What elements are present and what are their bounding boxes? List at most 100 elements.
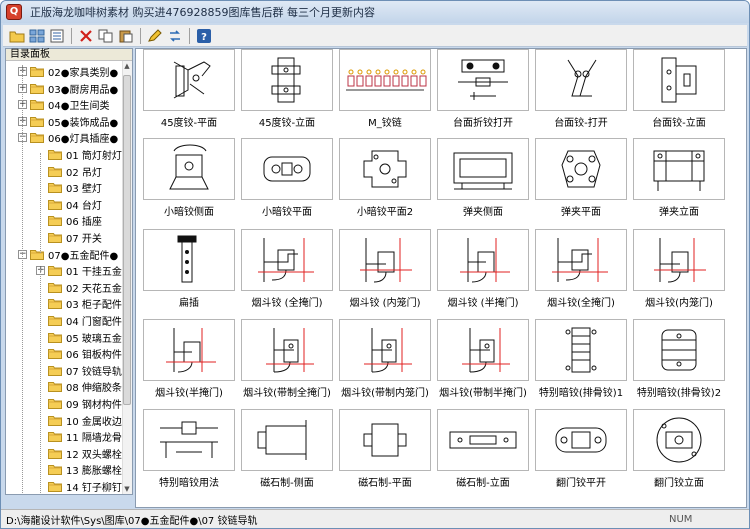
pipe-hinge-half-icon[interactable] [437, 229, 529, 291]
spring-clip-plan-icon[interactable] [535, 138, 627, 200]
sidebar-tree-item[interactable]: 07 开关 [36, 229, 102, 246]
concealed-hinge-side-icon[interactable] [143, 138, 235, 200]
grid-tile[interactable]: 烟斗铰(半掩门) [143, 319, 235, 408]
refresh-icon[interactable] [165, 27, 184, 45]
grid-tile[interactable]: 烟斗铰(带制全掩门) [241, 319, 333, 408]
grid-tile[interactable]: 烟斗铰 (半掩门) [437, 229, 529, 318]
hinge-45-elevation-icon[interactable] [241, 49, 333, 111]
sidebar-tree-item[interactable]: 03 柜子配件 [36, 295, 122, 312]
grid-tile[interactable]: 弹夹立面 [633, 138, 725, 227]
grid-tile[interactable]: 扁插 [143, 229, 235, 318]
grid-tile[interactable]: M_铰链 [339, 49, 431, 138]
pipe-hinge-damped-inset-icon[interactable] [339, 319, 431, 381]
concealed-hinge-plan-icon[interactable] [241, 138, 333, 200]
sidebar-tree-item[interactable]: 13 膨胀螺栓 [36, 461, 122, 478]
magnet-catch-side-icon[interactable] [241, 409, 333, 471]
thumbnails-view-icon[interactable] [27, 27, 46, 45]
sidebar-tree-item[interactable]: +02●家具类别● [18, 63, 118, 80]
grid-tile[interactable]: 烟斗铰(带制内笼门) [339, 319, 431, 408]
scrollbar-thumb[interactable] [123, 75, 131, 405]
hinge-usage-icon[interactable] [143, 409, 235, 471]
sidebar-tree-item[interactable]: −07●五金配件● [18, 246, 118, 263]
sidebar-tree-item[interactable]: 14 钉子柳钉 [36, 478, 122, 494]
pipe-hinge-inset-icon[interactable] [339, 229, 431, 291]
hinge-45-plan-icon[interactable] [143, 49, 235, 111]
grid-tile[interactable]: 小暗铰平面 [241, 138, 333, 227]
table-fold-hinge-open-icon[interactable] [437, 49, 529, 111]
open-folder-icon[interactable] [7, 27, 26, 45]
pipe-hinge-half-2-icon[interactable] [143, 319, 235, 381]
help-icon[interactable]: ? [194, 27, 213, 45]
sidebar-scrollbar[interactable]: ▲ ▼ [122, 61, 132, 494]
sidebar-tree-item[interactable]: 10 金属收边 [36, 412, 122, 429]
sidebar-tree-item[interactable]: +05●装饰成品● [18, 113, 118, 130]
pipe-hinge-inset-2-icon[interactable] [633, 229, 725, 291]
sidebar-tree-item[interactable]: 04 门窗配件 [36, 312, 122, 329]
grid-tile[interactable]: 台面折铰打开 [437, 49, 529, 138]
grid-tile[interactable]: 磁石制-平面 [339, 409, 431, 498]
spring-clip-side-icon[interactable] [437, 138, 529, 200]
sidebar-tree-item[interactable]: 03 壁灯 [36, 179, 102, 196]
pipe-hinge-full-icon[interactable] [241, 229, 333, 291]
sidebar-tree-item[interactable]: +03●厨房用品● [18, 80, 118, 97]
scroll-down-icon[interactable]: ▼ [122, 484, 132, 494]
sidebar-tree-item[interactable]: 07 铰链导轨 [36, 362, 122, 379]
sidebar-tree-item[interactable]: 06 插座 [36, 212, 102, 229]
copy-icon[interactable] [96, 27, 115, 45]
folder-icon [30, 116, 44, 127]
grid-tile[interactable]: 特别暗铰(排骨铰)1 [535, 319, 627, 408]
pipe-hinge-damped-half-icon[interactable] [437, 319, 529, 381]
grid-tile[interactable]: 小暗铰侧面 [143, 138, 235, 227]
grid-tile[interactable]: 烟斗铰 (内笼门) [339, 229, 431, 318]
concealed-hinge-plan2-icon[interactable] [339, 138, 431, 200]
edit-icon[interactable] [145, 27, 164, 45]
grid-tile[interactable]: 45度铰-立面 [241, 49, 333, 138]
grid-tile[interactable]: 磁石制-立面 [437, 409, 529, 498]
sidebar-tree-item[interactable]: +04●卫生间类 [18, 96, 109, 113]
grid-tile[interactable]: 特别暗铰用法 [143, 409, 235, 498]
sidebar-tree-item[interactable]: 04 台灯 [36, 196, 102, 213]
sidebar-tree-item[interactable]: +01 干挂五金 [36, 262, 122, 279]
sidebar-tree-item[interactable]: 09 钢材构件 [36, 395, 122, 412]
grid-tile[interactable]: 烟斗铰(全掩门) [535, 229, 627, 318]
grid-tile[interactable]: 45度铰-平面 [143, 49, 235, 138]
sidebar-tree-item[interactable]: −06●灯具插座● [18, 129, 118, 146]
magnet-catch-plan-icon[interactable] [339, 409, 431, 471]
scroll-up-icon[interactable]: ▲ [122, 61, 132, 71]
grid-tile[interactable]: 弹夹侧面 [437, 138, 529, 227]
grid-tile[interactable]: 台面铰-打开 [535, 49, 627, 138]
hinge-set-icon[interactable] [339, 49, 431, 111]
rib-hinge-2-icon[interactable] [633, 319, 725, 381]
magnet-catch-elevation-icon[interactable] [437, 409, 529, 471]
sidebar-tree-item[interactable]: 02 吊灯 [36, 163, 102, 180]
sidebar-tree-item[interactable]: 01 筒灯射灯 [36, 146, 122, 163]
table-hinge-open-icon[interactable] [535, 49, 627, 111]
flat-pin-icon[interactable] [143, 229, 235, 291]
grid-tile[interactable]: 磁石制-侧面 [241, 409, 333, 498]
pipe-hinge-full-2-icon[interactable] [535, 229, 627, 291]
grid-tile[interactable]: 弹夹平面 [535, 138, 627, 227]
rib-hinge-1-icon[interactable] [535, 319, 627, 381]
pipe-hinge-damped-full-icon[interactable] [241, 319, 333, 381]
grid-tile[interactable]: 翻门铰平开 [535, 409, 627, 498]
sidebar-tree-item[interactable]: 06 钼板构件 [36, 345, 122, 362]
table-hinge-elevation-icon[interactable] [633, 49, 725, 111]
grid-tile[interactable]: 台面铰-立面 [633, 49, 725, 138]
sidebar-tree-item[interactable]: 02 天花五金 [36, 279, 122, 296]
grid-tile[interactable]: 烟斗铰(带制半掩门) [437, 319, 529, 408]
sidebar-tree-item[interactable]: 11 隔墙龙骨 [36, 428, 122, 445]
paste-icon[interactable] [116, 27, 135, 45]
delete-icon[interactable] [76, 27, 95, 45]
grid-tile[interactable]: 特别暗铰(排骨铰)2 [633, 319, 725, 408]
spring-clip-elevation-icon[interactable] [633, 138, 725, 200]
sidebar-tree-item[interactable]: 12 双头螺栓 [36, 445, 122, 462]
grid-tile[interactable]: 烟斗铰(内笼门) [633, 229, 725, 318]
flap-hinge-open-icon[interactable] [535, 409, 627, 471]
grid-tile[interactable]: 翻门铰立面 [633, 409, 725, 498]
grid-tile[interactable]: 小暗铰平面2 [339, 138, 431, 227]
sidebar-tree-item[interactable]: 05 玻璃五金 [36, 329, 122, 346]
sidebar-tree-item[interactable]: 08 伸缩胶条 [36, 378, 122, 395]
flap-hinge-elevation-icon[interactable] [633, 409, 725, 471]
list-view-icon[interactable] [47, 27, 66, 45]
grid-tile[interactable]: 烟斗铰 (全掩门) [241, 229, 333, 318]
